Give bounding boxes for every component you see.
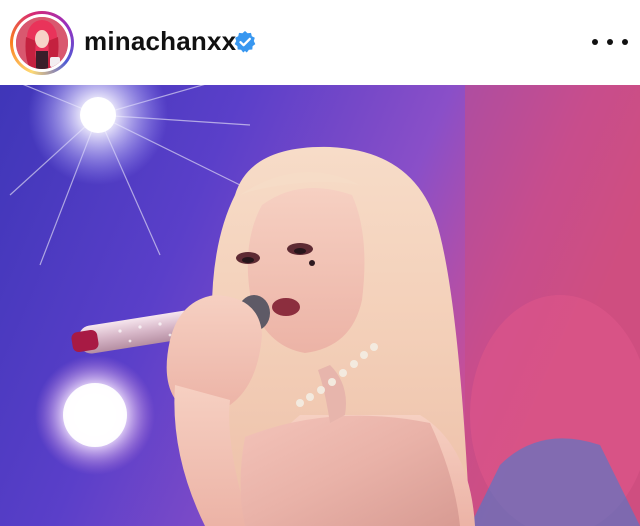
avatar[interactable] (16, 17, 68, 69)
more-options-icon[interactable] (592, 26, 628, 58)
instagram-post: minachanxx (0, 0, 640, 526)
avatar-ring-gap (13, 14, 71, 72)
avatar-image (16, 17, 68, 69)
username[interactable]: minachanxx (84, 26, 236, 57)
post-photo[interactable] (0, 85, 640, 526)
post-header: minachanxx (0, 0, 640, 85)
verified-badge-icon (234, 31, 256, 53)
more-dot (622, 39, 628, 45)
story-ring[interactable] (10, 11, 74, 75)
concert-photo (0, 85, 640, 526)
more-dot (607, 39, 613, 45)
more-dot (592, 39, 598, 45)
